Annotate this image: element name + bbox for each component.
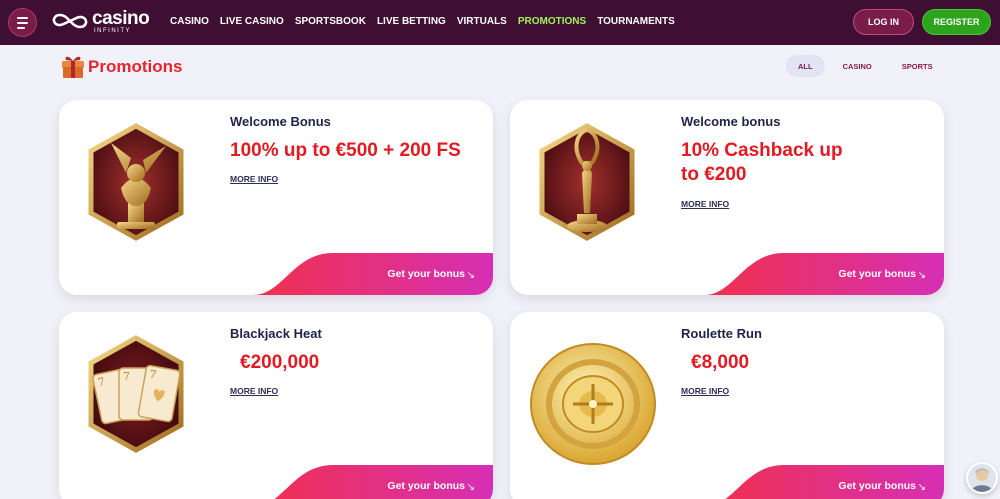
- register-button[interactable]: REGISTER: [922, 9, 991, 35]
- menu-line-icon: [17, 16, 28, 19]
- menu-line-icon: [17, 21, 28, 24]
- promotion-card: Welcome Bonus 100% up to €500 + 200 FS M…: [59, 100, 493, 295]
- person-avatar-icon: [971, 468, 993, 492]
- winged-lion-trophy-icon: [88, 123, 184, 241]
- infinity-icon: [52, 13, 88, 29]
- top-navigation-bar: casino INFINITY CASINO LIVE CASINO SPORT…: [0, 0, 1000, 45]
- promotion-value: to €200: [681, 164, 747, 185]
- get-bonus-button[interactable]: Get your bonus ↘: [253, 463, 493, 499]
- filter-sports[interactable]: SPORTS: [890, 55, 945, 77]
- main-nav: CASINO LIVE CASINO SPORTSBOOK LIVE BETTI…: [170, 16, 686, 28]
- promotion-title: Welcome bonus: [681, 114, 781, 129]
- playing-cards-icon: 7 7 7: [88, 335, 184, 453]
- nav-casino[interactable]: CASINO: [170, 16, 209, 28]
- get-bonus-button[interactable]: Get your bonus ↘: [704, 251, 944, 295]
- promotion-value: 100% up to €500 + 200 FS: [230, 140, 461, 161]
- promotion-filters: ALL CASINO SPORTS: [786, 55, 945, 77]
- nav-virtuals[interactable]: VIRTUALS: [457, 16, 507, 28]
- cta-label: Get your bonus: [838, 268, 916, 280]
- arrow-down-right-icon: ↘: [466, 482, 475, 493]
- casino-infinity-logo[interactable]: casino INFINITY: [50, 9, 158, 37]
- more-info-link[interactable]: MORE INFO: [230, 174, 278, 184]
- promotion-value: €8,000: [691, 352, 750, 373]
- promotion-card: Welcome bonus 10% Cashback up to €200 MO…: [510, 100, 944, 295]
- arrow-down-right-icon: ↘: [917, 270, 926, 281]
- award-statue-icon: [539, 123, 635, 241]
- cta-label: Get your bonus: [838, 480, 916, 492]
- nav-live-betting[interactable]: LIVE BETTING: [377, 16, 446, 28]
- svg-text:7: 7: [123, 370, 130, 383]
- filter-all[interactable]: ALL: [786, 55, 825, 77]
- more-info-link[interactable]: MORE INFO: [230, 386, 278, 396]
- hamburger-menu-button[interactable]: [8, 8, 37, 37]
- get-bonus-button[interactable]: Get your bonus ↘: [704, 463, 944, 499]
- more-info-link[interactable]: MORE INFO: [681, 199, 729, 209]
- logo-wordmark: casino: [92, 8, 150, 29]
- promotion-title: Roulette Run: [681, 326, 762, 341]
- nav-promotions[interactable]: PROMOTIONS: [518, 16, 586, 28]
- support-chat-avatar[interactable]: [966, 462, 998, 494]
- menu-line-icon: [17, 26, 25, 29]
- nav-tournaments[interactable]: TOURNAMENTS: [597, 16, 675, 28]
- nav-sportsbook[interactable]: SPORTSBOOK: [295, 16, 366, 28]
- promotion-value: 10% Cashback up: [681, 140, 843, 161]
- arrow-down-right-icon: ↘: [917, 482, 926, 493]
- nav-live-casino[interactable]: LIVE CASINO: [220, 16, 284, 28]
- get-bonus-button[interactable]: Get your bonus ↘: [253, 251, 493, 295]
- promotion-card: 7 7 7 Blackjack Heat €200,000 MORE INFO …: [59, 312, 493, 499]
- roulette-wheel-icon: [530, 343, 656, 465]
- promotion-title: Welcome Bonus: [230, 114, 331, 129]
- promotion-title: Blackjack Heat: [230, 326, 322, 341]
- cta-label: Get your bonus: [387, 480, 465, 492]
- arrow-down-right-icon: ↘: [466, 270, 475, 281]
- page-title: Promotions: [88, 57, 183, 76]
- gift-box-icon: [62, 56, 84, 78]
- filter-casino[interactable]: CASINO: [831, 55, 884, 77]
- logo-subtitle: INFINITY: [94, 28, 131, 34]
- cta-label: Get your bonus: [387, 268, 465, 280]
- promotion-value: €200,000: [240, 352, 320, 373]
- promotion-card: Roulette Run €8,000 MORE INFO Get your b…: [510, 312, 944, 499]
- more-info-link[interactable]: MORE INFO: [681, 386, 729, 396]
- login-button[interactable]: LOG IN: [853, 9, 914, 35]
